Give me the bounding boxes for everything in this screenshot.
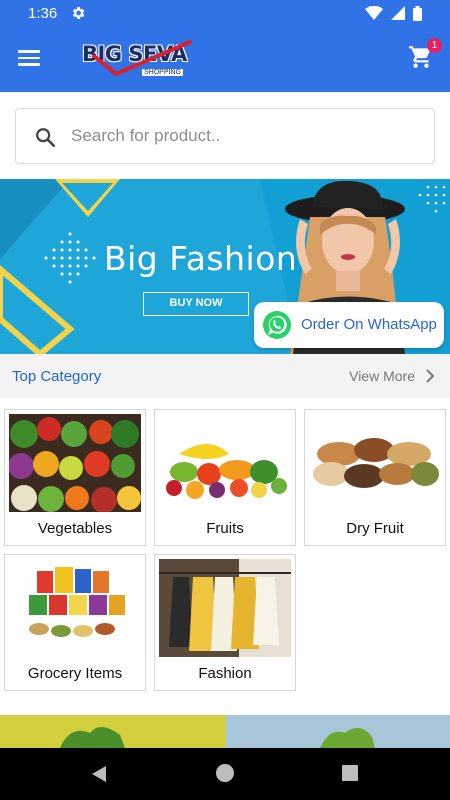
recents-icon[interactable]	[342, 765, 358, 781]
category-label: Vegetables	[37, 520, 113, 537]
settings-icon	[72, 7, 85, 19]
battery-icon	[413, 5, 422, 21]
status-bar: 1:36	[0, 0, 450, 28]
whatsapp-icon	[263, 311, 291, 339]
search-bar	[15, 108, 435, 164]
fruits-image	[159, 414, 291, 512]
category-card-vegetables[interactable]: Vegetables	[4, 409, 146, 546]
section-title: Top Category	[12, 368, 102, 385]
back-icon[interactable]	[90, 765, 108, 783]
top-bar: 1:36 BIG SEVA SHOPPING 1	[0, 0, 450, 92]
search-icon	[36, 128, 55, 147]
system-navigation-bar	[0, 748, 450, 800]
search-input[interactable]	[71, 121, 411, 151]
category-card-fruits[interactable]: Fruits	[154, 409, 296, 546]
cart-count-badge: 1	[427, 38, 442, 53]
buy-now-button[interactable]: BUY NOW	[143, 292, 249, 316]
home-icon[interactable]	[216, 764, 234, 782]
menu-button[interactable]	[18, 46, 42, 70]
menu-icon	[18, 50, 42, 66]
preview-image	[0, 715, 450, 748]
category-card-fashion[interactable]: Fashion	[154, 554, 296, 691]
second-banner-preview[interactable]	[0, 715, 450, 748]
whatsapp-order-button[interactable]: Order On WhatsApp	[254, 302, 444, 348]
view-more-link[interactable]: View More	[349, 368, 415, 384]
category-card-grocery-items[interactable]: Grocery Items	[4, 554, 146, 691]
grocery-image	[9, 559, 141, 657]
whatsapp-label: Order On WhatsApp	[301, 316, 437, 333]
fashion-image	[159, 559, 291, 657]
status-time: 1:36	[28, 5, 58, 22]
category-label: Grocery Items	[27, 665, 123, 682]
cart-button[interactable]: 1	[408, 38, 442, 72]
category-card-dry-fruit[interactable]: Dry Fruit	[304, 409, 446, 546]
brand-logo: BIG SEVA SHOPPING	[82, 36, 192, 82]
app-bar: BIG SEVA SHOPPING 1	[0, 28, 450, 92]
top-category-header: Top Category View More	[0, 354, 450, 398]
logo-subtext: SHOPPING	[142, 69, 183, 76]
signal-icon	[391, 6, 405, 20]
dry-fruits-image	[309, 414, 441, 512]
category-label: Dry Fruit	[346, 520, 404, 537]
chevron-right-icon[interactable]	[423, 368, 437, 384]
banner-title: Big Fashion	[104, 239, 298, 278]
status-icons	[365, 5, 422, 21]
vegetables-image	[9, 414, 141, 512]
category-label: Fruits	[206, 520, 244, 537]
app-screen: 1:36 BIG SEVA SHOPPING 1 Search for prod…	[0, 0, 450, 800]
category-label: Fashion	[198, 665, 252, 682]
wifi-icon	[365, 6, 383, 20]
